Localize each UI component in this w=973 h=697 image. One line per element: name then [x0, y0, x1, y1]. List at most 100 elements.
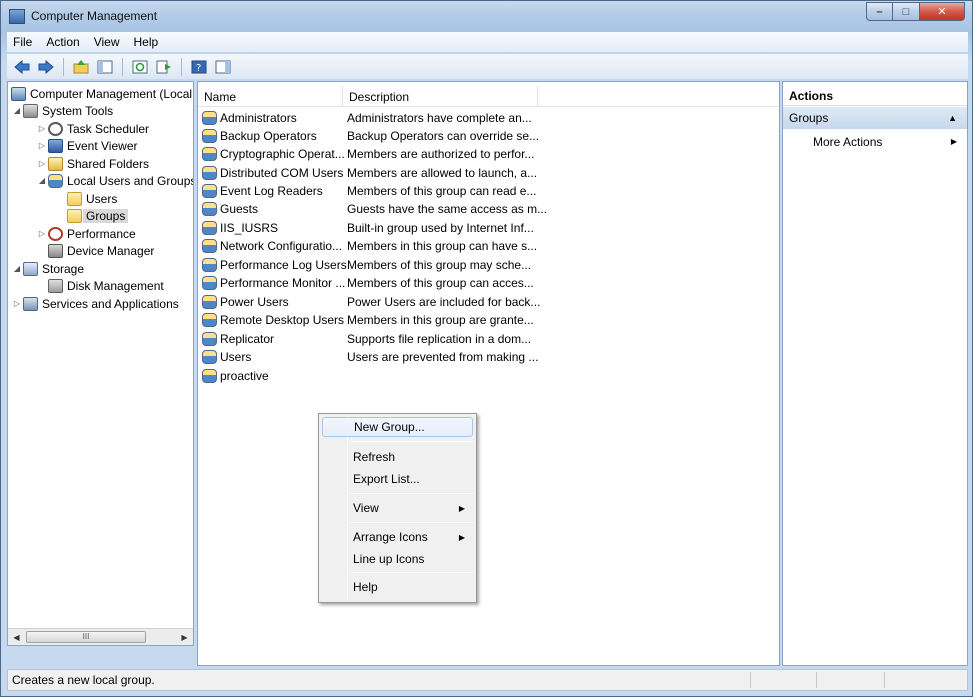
list-item[interactable]: Performance Log Users Members of this gr… — [202, 256, 531, 274]
window-title: Computer Management — [31, 9, 158, 23]
menu-action[interactable]: Action — [46, 35, 79, 49]
computer-management-app-icon[interactable] — [9, 9, 25, 24]
tree-item-groups[interactable]: Groups — [67, 207, 129, 224]
group-description: Members in this group can have s... — [347, 239, 538, 253]
svg-text:?: ? — [196, 63, 201, 74]
group-icon — [202, 221, 217, 235]
menu-item-arrange-icons[interactable]: Arrange Icons ▶ — [322, 527, 473, 547]
tree-item-local-users-and-groups[interactable]: ◢ Local Users and Groups — [36, 172, 193, 189]
group-name: proactive — [220, 369, 269, 383]
status-cell — [750, 672, 751, 688]
list-item[interactable]: Guests Guests have the same access as m.… — [202, 200, 547, 218]
group-description: Backup Operators can override se... — [347, 129, 540, 143]
list-item[interactable]: Administrators Administrators have compl… — [202, 109, 532, 127]
list-item[interactable]: Cryptographic Operat... Members are auth… — [202, 145, 534, 163]
tree-item-shared-folders[interactable]: ▷ Shared Folders — [36, 155, 149, 172]
up-folder-icon[interactable] — [72, 58, 90, 76]
menu-item-view[interactable]: View ▶ — [322, 498, 473, 518]
groups-list-view[interactable]: Name Description Administrators Administ… — [197, 81, 780, 666]
tree-item-performance[interactable]: ▷ Performance — [36, 225, 136, 242]
collapsed-arrow-icon[interactable]: ▷ — [36, 124, 48, 133]
tree-item-computer-management[interactable]: Computer Management (Local — [11, 85, 192, 102]
disk-icon — [48, 278, 63, 293]
minimize-button[interactable]: – — [866, 2, 893, 21]
group-name: Performance Monitor ... — [220, 276, 346, 290]
actions-group-header[interactable]: Groups ▲ — [783, 107, 967, 129]
console-tree[interactable]: Computer Management (Local ◢ System Tool… — [7, 81, 194, 646]
list-item[interactable]: Backup Operators Backup Operators can ov… — [202, 127, 539, 145]
scroll-right-icon[interactable]: ▶ — [176, 629, 193, 645]
computer-management-window: Computer Management – □ ✕ File Action Vi… — [0, 0, 973, 697]
column-header-description[interactable]: Description — [343, 86, 538, 107]
tree-item-device-manager[interactable]: Device Manager — [48, 242, 154, 259]
list-item[interactable]: Replicator Supports file replication in … — [202, 330, 531, 348]
group-name: Remote Desktop Users — [220, 313, 345, 327]
list-item[interactable]: Event Log Readers Members of this group … — [202, 182, 536, 200]
menu-view[interactable]: View — [94, 35, 120, 49]
show-hide-tree-icon[interactable] — [96, 58, 114, 76]
group-icon — [202, 313, 217, 327]
scroll-thumb[interactable]: III — [26, 631, 146, 643]
expanded-arrow-icon[interactable]: ◢ — [36, 176, 48, 185]
back-arrow-icon[interactable] — [13, 58, 31, 76]
horizontal-scrollbar[interactable]: ◀ III ▶ — [8, 628, 193, 645]
scroll-left-icon[interactable]: ◀ — [8, 629, 25, 645]
list-item[interactable]: Power Users Power Users are included for… — [202, 293, 540, 311]
list-item[interactable]: Network Configuratio... Members in this … — [202, 237, 537, 255]
menu-help[interactable]: Help — [134, 35, 159, 49]
maximize-button[interactable]: □ — [893, 2, 920, 21]
list-item[interactable]: IIS_IUSRS Built-in group used by Interne… — [202, 219, 534, 237]
tree-item-storage[interactable]: ◢ Storage — [11, 260, 84, 277]
refresh-icon[interactable] — [131, 58, 149, 76]
menu-item-refresh[interactable]: Refresh — [322, 447, 473, 467]
menu-item-help[interactable]: Help — [322, 577, 473, 597]
collapsed-arrow-icon[interactable]: ▷ — [36, 141, 48, 150]
expanded-arrow-icon[interactable]: ◢ — [11, 264, 23, 273]
group-name: Guests — [220, 202, 259, 216]
tree-item-users[interactable]: Users — [67, 190, 117, 207]
list-item[interactable]: proactive — [202, 367, 347, 385]
menu-item-label: Export List... — [353, 472, 420, 486]
show-hide-action-pane-icon[interactable] — [214, 58, 232, 76]
menu-file[interactable]: File — [13, 35, 32, 49]
list-item[interactable]: Remote Desktop Users Members in this gro… — [202, 311, 534, 329]
tree-item-label: Event Viewer — [67, 138, 138, 153]
list-item[interactable]: Distributed COM Users Members are allowe… — [202, 164, 537, 182]
menu-item-export-list[interactable]: Export List... — [322, 469, 473, 489]
menu-item-label: Arrange Icons — [353, 530, 428, 544]
collapsed-arrow-icon[interactable]: ▷ — [36, 159, 48, 168]
more-actions-link[interactable]: More Actions ▶ — [813, 133, 967, 151]
menu-item-label: Help — [353, 580, 378, 594]
collapse-up-icon[interactable]: ▲ — [948, 107, 957, 129]
collapsed-arrow-icon[interactable]: ▷ — [36, 229, 48, 238]
tree-item-system-tools[interactable]: ◢ System Tools — [11, 102, 113, 119]
tree-item-event-viewer[interactable]: ▷ Event Viewer — [36, 137, 137, 154]
tree-item-label: Shared Folders — [67, 156, 150, 171]
expanded-arrow-icon[interactable]: ◢ — [11, 106, 23, 115]
submenu-arrow-icon: ▶ — [458, 532, 465, 542]
tree-item-services-and-applications[interactable]: ▷ Services and Applications — [11, 295, 179, 312]
group-icon — [202, 350, 217, 364]
status-text: Creates a new local group. — [12, 673, 155, 687]
list-item[interactable]: Performance Monitor ... Members of this … — [202, 274, 534, 292]
group-name: Performance Log Users — [220, 258, 347, 272]
help-icon[interactable]: ? — [190, 58, 208, 76]
folder-icon — [67, 208, 82, 223]
tree-item-disk-management[interactable]: Disk Management — [48, 277, 164, 294]
collapsed-arrow-icon[interactable]: ▷ — [11, 299, 23, 308]
menu-item-line-up-icons[interactable]: Line up Icons — [322, 549, 473, 569]
close-button[interactable]: ✕ — [920, 2, 965, 21]
tree-item-task-scheduler[interactable]: ▷ Task Scheduler — [36, 120, 149, 137]
menu-item-new-group[interactable]: New Group... — [322, 417, 473, 437]
menu-item-label: Line up Icons — [353, 552, 425, 566]
forward-arrow-icon[interactable] — [37, 58, 55, 76]
more-actions-label: More Actions — [813, 135, 883, 149]
title-bar[interactable]: Computer Management – □ ✕ — [1, 1, 972, 31]
group-name: Users — [220, 350, 252, 364]
export-list-icon[interactable] — [155, 58, 173, 76]
group-name: Cryptographic Operat... — [220, 147, 345, 161]
column-header-name[interactable]: Name — [198, 86, 343, 107]
group-icon — [202, 258, 217, 272]
list-item[interactable]: Users Users are prevented from making ..… — [202, 348, 538, 366]
group-name: Network Configuratio... — [220, 239, 343, 253]
